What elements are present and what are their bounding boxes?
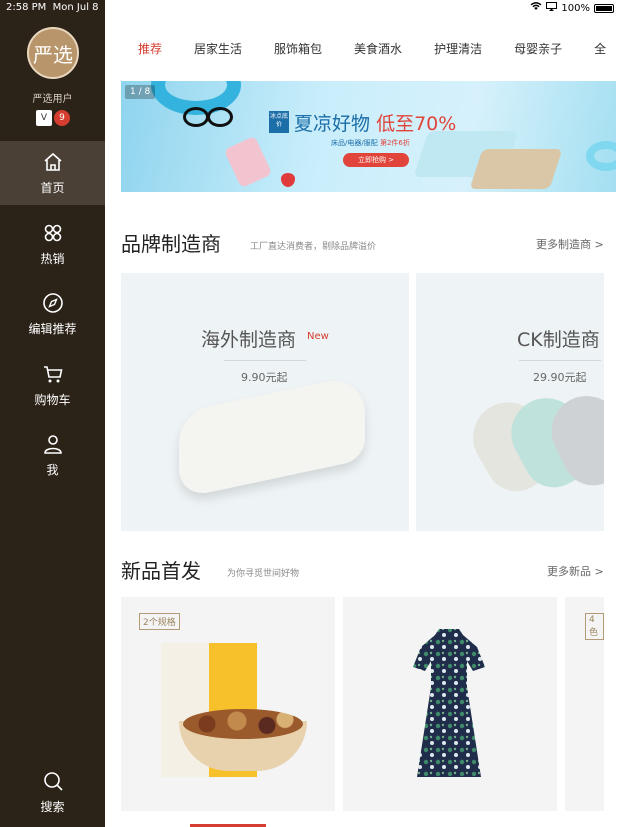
- promo-banner[interactable]: 1 / 8 冰点底价 夏凉好物 低至70% 床品/电器/服配 第2件6折 立即抢…: [121, 81, 616, 192]
- avatar-logo-text: 严选: [33, 42, 73, 67]
- tab-recommend[interactable]: 推荐: [138, 40, 162, 62]
- sidebar: 严选 严选用户 V 9 首页 热销 编辑推荐 购物车 我 搜索: [0, 0, 105, 827]
- sidebar-item-me[interactable]: 我: [0, 423, 105, 487]
- dress-image: [413, 629, 485, 777]
- status-time: 2:58 PM Mon Jul 8: [6, 2, 99, 13]
- tab-all[interactable]: 全: [594, 40, 606, 62]
- brand-section-subtitle: 工厂直达消费者，剔除品牌溢价: [250, 242, 377, 252]
- sidebar-item-home[interactable]: 首页: [0, 141, 105, 205]
- latex-pillow-image: [179, 373, 365, 499]
- promo-buy-button[interactable]: 立即抢购 >: [343, 153, 409, 167]
- goggles-image: [183, 107, 233, 127]
- home-icon: [43, 152, 62, 171]
- sidebar-item-label: 首页: [40, 181, 65, 195]
- user-icon: [43, 435, 62, 454]
- tab-baby-kids[interactable]: 母婴亲子: [514, 40, 562, 62]
- new-section-title: 新品首发: [121, 559, 201, 583]
- tab-food-drinks[interactable]: 美食酒水: [354, 40, 402, 62]
- tab-personal-care[interactable]: 护理清洁: [434, 40, 482, 62]
- sidebar-item-label: 我: [46, 463, 59, 477]
- swim-ring-image: [586, 141, 616, 171]
- manufacturer-name: 海外制造商: [201, 329, 297, 351]
- mixed-nuts-image: [183, 709, 303, 739]
- more-new-products-link[interactable]: 更多新品 >: [547, 563, 604, 579]
- product-card[interactable]: 2个规格: [121, 597, 335, 811]
- vip-badge-icon: V: [36, 110, 52, 126]
- level-badge-icon: 9: [54, 110, 70, 126]
- user-badges: V 9: [36, 110, 70, 126]
- promo-subtitle: 床品/电器/服配 第2件6折: [331, 139, 410, 147]
- brand-section-title: 品牌制造商: [121, 232, 221, 256]
- clover-icon: [44, 224, 61, 242]
- spec-badge: 4色: [585, 613, 604, 640]
- screen-mirror-icon: [546, 2, 558, 14]
- avatar[interactable]: 严选: [27, 27, 79, 79]
- product-card[interactable]: [343, 597, 557, 811]
- wifi-icon: [530, 2, 542, 14]
- tab-apparel-bags[interactable]: 服饰箱包: [274, 40, 322, 62]
- sidebar-item-label: 购物车: [34, 393, 71, 407]
- spec-badge: 2个规格: [139, 613, 180, 630]
- manufacturer-card[interactable]: 海外制造商 New 9.90元起: [121, 273, 409, 531]
- pillow-image: [469, 149, 563, 189]
- manufacturer-name: CK制造商: [517, 329, 600, 351]
- sidebar-item-label: 热销: [40, 252, 65, 266]
- promo-title: 夏凉好物 低至70%: [294, 113, 457, 135]
- sidebar-item-label: 搜索: [40, 800, 65, 814]
- search-icon: [43, 772, 63, 791]
- new-badge: New: [307, 331, 329, 342]
- divider: [224, 360, 306, 361]
- cart-icon: [43, 366, 62, 383]
- username: 严选用户: [32, 94, 73, 105]
- manufacturer-price: 29.90元起: [533, 371, 587, 384]
- strawberry-image: [281, 173, 295, 187]
- more-manufacturers-link[interactable]: 更多制造商 >: [536, 236, 604, 252]
- manufacturer-price: 9.90元起: [241, 371, 288, 384]
- status-indicators: 100%: [530, 2, 614, 14]
- tab-home-living[interactable]: 居家生活: [194, 40, 242, 62]
- new-section-subtitle: 为你寻觅世间好物: [227, 569, 300, 579]
- category-tabs: 推荐 居家生活 服饰箱包 美食酒水 护理清洁 母婴亲子 全: [121, 40, 616, 62]
- sidebar-item-cart[interactable]: 购物车: [0, 353, 105, 417]
- promo-tag: 冰点底价: [269, 111, 289, 133]
- status-bar: 2:58 PM Mon Jul 8 100%: [0, 0, 620, 16]
- product-card[interactable]: 4色: [565, 597, 604, 811]
- sidebar-item-editor-picks[interactable]: 编辑推荐: [0, 282, 105, 346]
- sidebar-item-search[interactable]: 搜索: [0, 760, 105, 824]
- battery-percent: 100%: [561, 2, 590, 14]
- sidebar-item-label: 编辑推荐: [28, 322, 77, 336]
- divider: [519, 360, 601, 361]
- banner-page-counter: 1 / 8: [125, 85, 156, 99]
- compass-icon: [42, 293, 63, 313]
- manufacturer-card[interactable]: CK制造商 29.90元起: [416, 273, 604, 531]
- blender-image: [223, 135, 273, 189]
- sidebar-item-hot[interactable]: 热销: [0, 212, 105, 276]
- battery-icon: [594, 3, 614, 13]
